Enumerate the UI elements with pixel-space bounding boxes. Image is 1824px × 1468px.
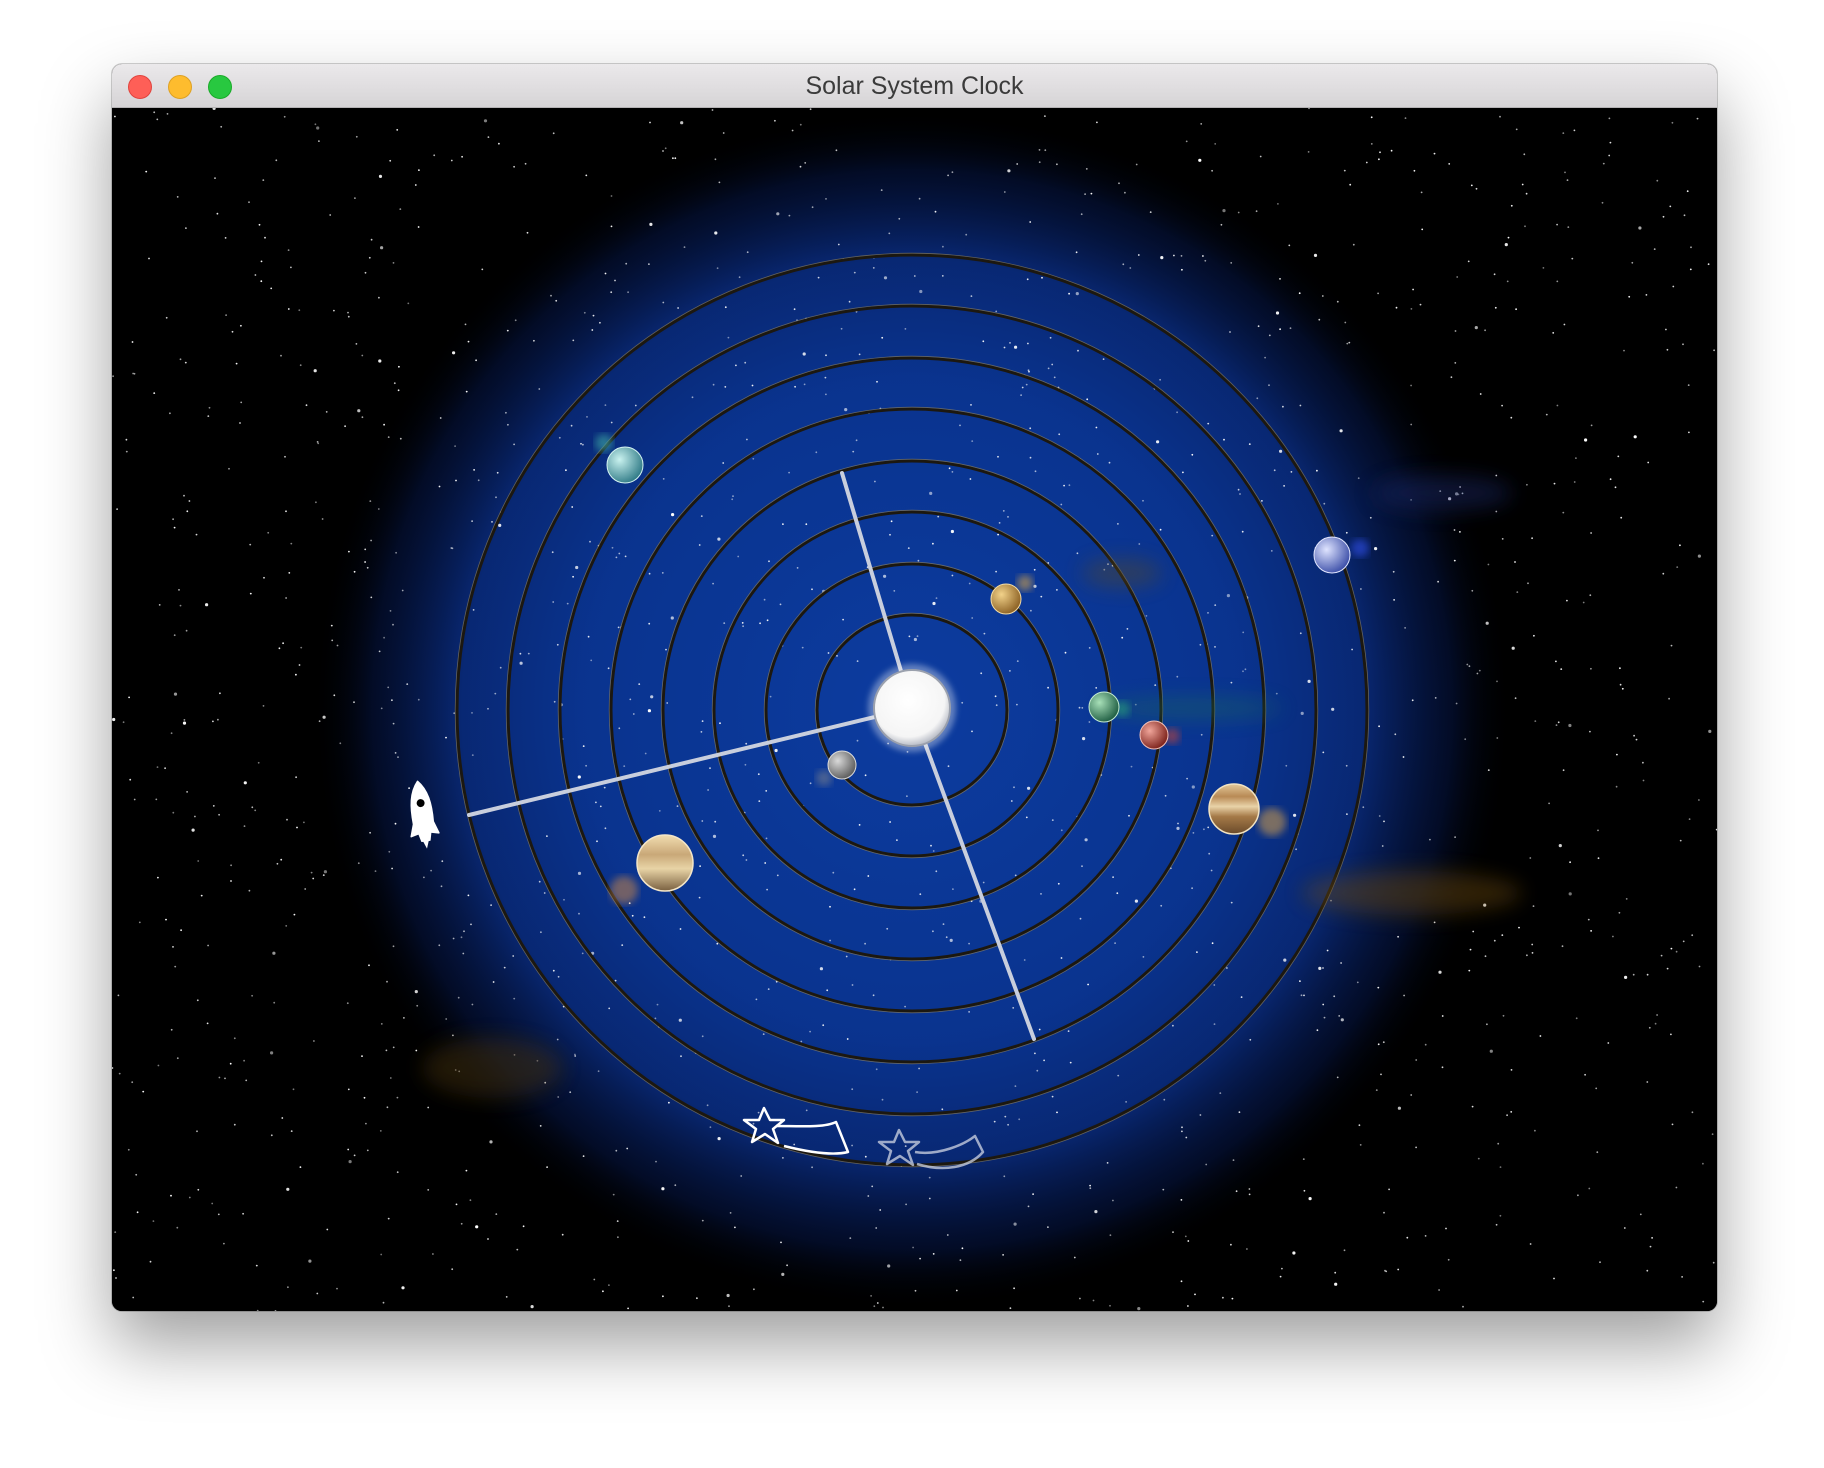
window-title: Solar System Clock bbox=[805, 72, 1024, 100]
neptune-trail bbox=[1372, 475, 1512, 511]
jupiter-trail bbox=[1302, 871, 1522, 915]
jupiter-shadow bbox=[1258, 808, 1286, 836]
solar-system-canvas bbox=[112, 108, 1717, 1311]
sun bbox=[873, 669, 951, 747]
title-bar[interactable]: Solar System Clock bbox=[112, 64, 1717, 108]
solar-system-svg bbox=[112, 108, 1717, 1311]
neptune[interactable] bbox=[1313, 536, 1351, 574]
jupiter[interactable] bbox=[1208, 783, 1260, 835]
venus[interactable] bbox=[990, 583, 1022, 615]
uranus-shadow bbox=[595, 434, 613, 452]
saturn-shadow bbox=[610, 876, 638, 904]
uranus[interactable] bbox=[606, 446, 644, 484]
mars[interactable] bbox=[1139, 720, 1169, 750]
saturn-trail bbox=[422, 1038, 562, 1098]
mercury[interactable] bbox=[827, 750, 857, 780]
venus-trail bbox=[1082, 559, 1162, 587]
saturn[interactable] bbox=[636, 834, 694, 892]
neptune-shadow bbox=[1351, 539, 1369, 557]
app-window: Solar System Clock bbox=[112, 64, 1717, 1311]
venus-shadow bbox=[1017, 575, 1033, 591]
earth[interactable] bbox=[1088, 691, 1120, 723]
